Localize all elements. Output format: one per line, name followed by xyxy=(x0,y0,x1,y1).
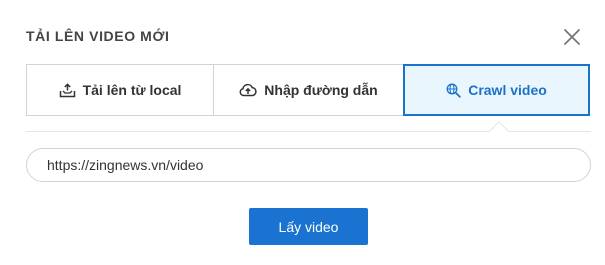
upload-tray-icon xyxy=(59,82,76,98)
video-url-input[interactable] xyxy=(26,148,591,182)
tab-enter-url[interactable]: Nhập đường dẫn xyxy=(214,64,404,116)
active-tab-pointer xyxy=(489,121,509,141)
get-video-button[interactable]: Lấy video xyxy=(249,208,368,245)
tab-crawl-video[interactable]: Crawl video xyxy=(403,64,590,116)
dialog-title: TẢI LÊN VIDEO MỚI xyxy=(26,28,170,44)
tab-upload-local[interactable]: Tải lên từ local xyxy=(26,64,214,116)
globe-search-icon xyxy=(446,83,461,98)
tab-crawl-video-label: Crawl video xyxy=(468,82,547,98)
tab-upload-local-label: Tải lên từ local xyxy=(82,82,182,98)
tab-enter-url-label: Nhập đường dẫn xyxy=(264,82,378,98)
cloud-upload-icon xyxy=(239,83,257,97)
close-button[interactable] xyxy=(560,25,584,49)
close-icon xyxy=(564,29,580,45)
upload-method-tabs: Tải lên từ local Nhập đường dẫn Crawl vi… xyxy=(26,64,591,116)
